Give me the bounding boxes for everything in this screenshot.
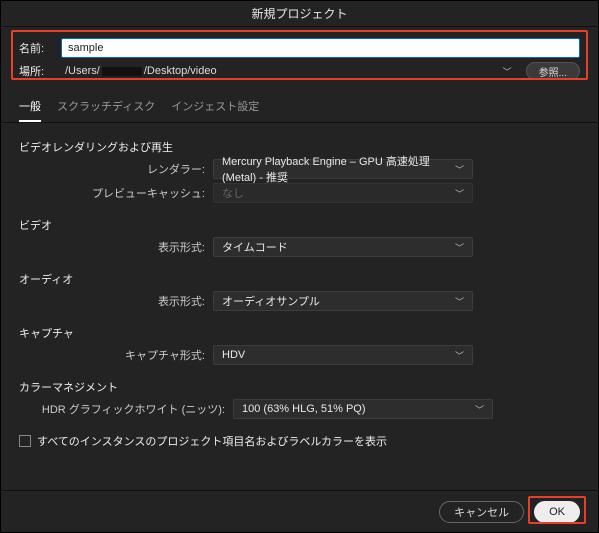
chevron-down-icon: ﹀	[455, 295, 464, 308]
hdr-white-select[interactable]: 100 (63% HLG, 51% PQ) ﹀	[233, 399, 493, 419]
renderer-label: レンダラー:	[41, 161, 213, 177]
location-dropdown[interactable]: /Users//Desktop/video ﹀	[61, 61, 516, 81]
location-label: 場所:	[19, 63, 61, 79]
section-capture: キャプチャ	[19, 325, 580, 341]
capture-format-select[interactable]: HDV ﹀	[213, 345, 473, 365]
chevron-down-icon: ﹀	[455, 163, 464, 176]
ok-button[interactable]: OK	[534, 501, 580, 523]
redacted-user	[102, 67, 142, 76]
general-panel: ビデオレンダリングおよび再生 レンダラー: Mercury Playback E…	[1, 123, 598, 449]
preview-cache-select: なし ﹀	[213, 183, 473, 203]
tab-ingest-settings[interactable]: インジェスト設定	[171, 94, 259, 122]
chevron-down-icon: ﹀	[455, 187, 464, 200]
chevron-down-icon: ﹀	[503, 65, 512, 78]
new-project-dialog: 新規プロジェクト 名前: 場所: /Users//Desktop/video ﹀…	[0, 0, 599, 533]
show-all-instances-label: すべてのインスタンスのプロジェクト項目名およびラベルカラーを表示	[37, 433, 387, 449]
chevron-down-icon: ﹀	[475, 403, 484, 416]
section-video: ビデオ	[19, 217, 580, 233]
location-value: /Users//Desktop/video	[65, 65, 217, 77]
dialog-footer: キャンセル OK	[1, 490, 598, 532]
renderer-select[interactable]: Mercury Playback Engine – GPU 高速処理 (Meta…	[213, 159, 473, 179]
tabs: 一般 スクラッチディスク インジェスト設定	[1, 94, 598, 123]
show-all-instances-row: すべてのインスタンスのプロジェクト項目名およびラベルカラーを表示	[19, 433, 580, 449]
dialog-titlebar: 新規プロジェクト	[1, 1, 598, 27]
name-label: 名前:	[19, 40, 61, 56]
preview-cache-label: プレビューキャッシュ:	[41, 185, 213, 201]
video-format-label: 表示形式:	[41, 239, 213, 255]
chevron-down-icon: ﹀	[455, 241, 464, 254]
chevron-down-icon: ﹀	[455, 349, 464, 362]
show-all-instances-checkbox[interactable]	[19, 435, 31, 447]
video-format-select[interactable]: タイムコード ﹀	[213, 237, 473, 257]
project-name-input[interactable]	[61, 38, 580, 58]
dialog-title: 新規プロジェクト	[251, 5, 347, 22]
audio-format-label: 表示形式:	[41, 293, 213, 309]
tab-scratch-disks[interactable]: スクラッチディスク	[57, 94, 155, 122]
browse-button[interactable]: 参照...	[526, 62, 580, 80]
section-audio: オーディオ	[19, 271, 580, 287]
tab-general[interactable]: 一般	[19, 94, 41, 122]
name-location-section: 名前: 場所: /Users//Desktop/video ﹀ 参照...	[1, 27, 598, 88]
section-color-management: カラーマネジメント	[19, 379, 580, 395]
cancel-button[interactable]: キャンセル	[439, 501, 524, 523]
capture-format-label: キャプチャ形式:	[41, 347, 213, 363]
audio-format-select[interactable]: オーディオサンプル ﹀	[213, 291, 473, 311]
hdr-white-label: HDR グラフィックホワイト (ニッツ):	[41, 401, 233, 417]
